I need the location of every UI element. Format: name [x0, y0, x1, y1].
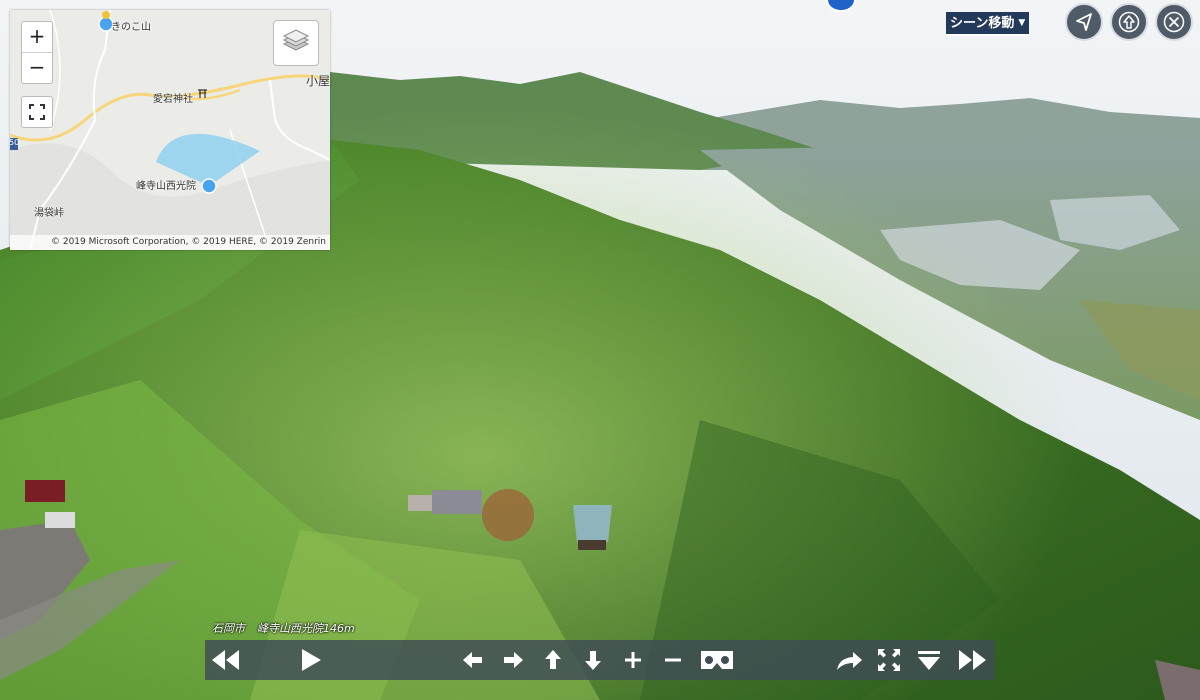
- close-icon: [1163, 11, 1185, 33]
- rewind-icon: [212, 650, 239, 670]
- panorama-toolbar: [205, 640, 995, 680]
- scene-move-label: シーン移動: [950, 16, 1015, 31]
- map-label-kinokoyama: きのこ山: [111, 22, 151, 33]
- close-button[interactable]: [1155, 3, 1193, 41]
- map-label-yutaitoge: 湯袋峠: [34, 208, 64, 219]
- play-icon: [302, 649, 321, 671]
- arrow-left-icon: [463, 652, 482, 668]
- fullscreen-icon: [29, 104, 45, 120]
- gyro-direction-button[interactable]: [1065, 3, 1103, 41]
- move-up-button[interactable]: [1110, 3, 1148, 41]
- collapse-down-icon: [918, 651, 940, 670]
- map-credit: © 2019 Microsoft Corporation, © 2019 HER…: [10, 235, 330, 250]
- map-current-position-dot: [201, 178, 217, 194]
- up-arrow-circle-icon: [1118, 11, 1140, 33]
- fast-forward-icon: [959, 650, 986, 670]
- map-fullscreen-button[interactable]: [21, 96, 53, 128]
- navigation-arrow-icon: [1076, 13, 1092, 31]
- map-label-atago-shrine: 愛宕神社: [153, 94, 193, 105]
- mini-map[interactable]: きのこ山 愛宕神社 小屋 峰寺山西光院 湯袋峠 50 + − © 2019 Mi…: [10, 10, 330, 250]
- tilt-up-button[interactable]: [537, 646, 569, 674]
- caption-city: 石岡市: [212, 622, 245, 635]
- location-caption: 石岡市 峰寺山西光院146m: [212, 620, 355, 636]
- pan-right-button[interactable]: [497, 646, 529, 674]
- tilt-down-button[interactable]: [577, 646, 609, 674]
- zoom-out-button[interactable]: [657, 646, 689, 674]
- share-arrow-icon: [837, 652, 862, 670]
- vr-mode-button[interactable]: [699, 646, 735, 674]
- vr-goggles-icon: [701, 651, 733, 669]
- caption-altitude: 146m: [323, 622, 355, 635]
- scene-move-dropdown[interactable]: シーン移動 ▼: [946, 12, 1030, 36]
- next-scene-button[interactable]: [957, 646, 989, 674]
- zoom-in-button[interactable]: [617, 646, 649, 674]
- map-label-saikoin: 峰寺山西光院: [136, 181, 196, 192]
- layers-icon: [282, 29, 310, 51]
- autoplay-button[interactable]: [295, 646, 327, 674]
- arrow-up-icon: [545, 650, 561, 669]
- arrow-down-icon: [585, 651, 601, 670]
- map-zoom-control: + −: [21, 21, 53, 84]
- fullscreen-expand-icon: [878, 649, 900, 671]
- pan-left-button[interactable]: [457, 646, 489, 674]
- previous-scene-button[interactable]: [209, 646, 241, 674]
- share-button[interactable]: [833, 646, 865, 674]
- dropdown-arrow-icon: ▼: [1018, 18, 1026, 28]
- map-zoom-out-button[interactable]: −: [22, 52, 52, 83]
- caption-place: 峰寺山西光院: [257, 622, 323, 635]
- arrow-right-icon: [504, 652, 523, 668]
- map-layers-button[interactable]: [273, 20, 319, 66]
- fullscreen-button[interactable]: [873, 646, 905, 674]
- hide-toolbar-button[interactable]: [913, 646, 945, 674]
- plus-icon: [625, 652, 641, 668]
- route-number-label: 50: [10, 138, 20, 147]
- minus-icon: [665, 658, 681, 662]
- map-label-koya: 小屋: [306, 74, 330, 88]
- map-zoom-in-button[interactable]: +: [22, 22, 52, 52]
